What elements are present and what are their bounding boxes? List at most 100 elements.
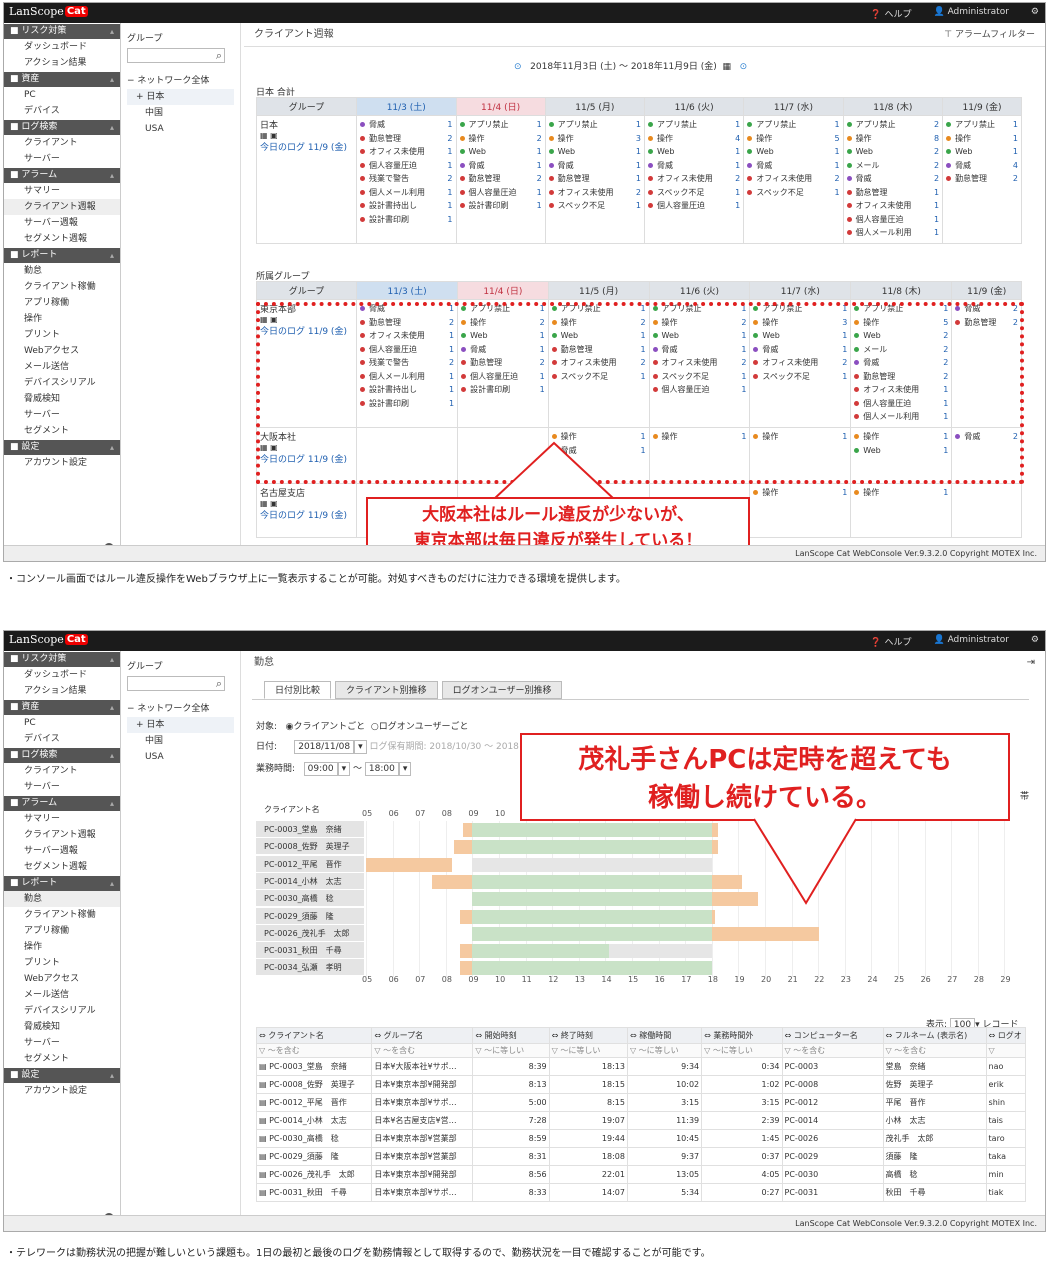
sidebar-item[interactable]: サーバー [4, 1035, 120, 1051]
table-row[interactable]: ▤ PC-0029_須藤 隆日本¥東京本部¥営業部 8:31 18:08 9:37 0:… [255, 1147, 1027, 1166]
alarm-count[interactable]: 1 [834, 145, 839, 159]
alarm-item[interactable]: 脅威 1 [747, 159, 840, 173]
alarm-item[interactable]: 個人容量圧迫 1 [360, 159, 453, 173]
start-time-input[interactable]: 09:00 [303, 762, 338, 776]
column-header[interactable]: ⇔ 稼働時間 [626, 1027, 703, 1044]
alarm-count[interactable]: 1 [1013, 118, 1018, 132]
sidebar-item[interactable]: クライアント稼働 [4, 907, 120, 923]
sidebar-section-1[interactable]: ■ リスク対策 [4, 652, 120, 667]
alarm-item[interactable]: 個人メール利用 1 [360, 186, 453, 200]
table-row[interactable]: ▤ PC-0026_茂礼手 太郎 日本¥東京本部¥開発部 8:56 22:01 13:0… [255, 1165, 1027, 1184]
column-header[interactable]: ⇔ 開始時刻 [472, 1027, 550, 1044]
sidebar-item[interactable]: PC [4, 715, 120, 731]
table-row[interactable]: ▤ PC-0014_小林 太志 日本¥名古屋支店¥営… 7:28 19:07 11:39… [255, 1111, 1027, 1130]
alarm-count[interactable]: 3 [636, 132, 641, 146]
alarm-item[interactable]: 脅威 1 [647, 159, 740, 173]
column-filter-input[interactable]: ▽ ～を含む [371, 1043, 474, 1058]
alarm-count[interactable]: 8 [934, 132, 939, 146]
alarm-count[interactable]: 1 [934, 186, 939, 200]
alarm-count[interactable]: 1 [934, 226, 939, 240]
sidebar-item[interactable]: サマリー [4, 183, 120, 199]
alarm-count[interactable]: 2 [447, 132, 452, 146]
alarm-count[interactable]: 2 [934, 145, 939, 159]
alarm-item[interactable]: 勤怠管理 1 [548, 172, 641, 186]
alarm-item[interactable]: オフィス未使用 2 [747, 172, 840, 186]
alarm-count[interactable]: 1 [537, 118, 542, 132]
sidebar-item[interactable]: 脅威検知 [4, 1019, 120, 1035]
column-filter-input[interactable]: ▽ ～を含む [882, 1043, 987, 1058]
calendar-icons[interactable]: ▦ ▣ [260, 499, 353, 508]
alarm-count[interactable]: 1 [537, 186, 542, 200]
sidebar-item[interactable]: ダッシュボード [4, 667, 120, 683]
table-cell[interactable]: ▤ PC-0014_小林 太志 [255, 1111, 373, 1130]
alarm-count[interactable]: 1 [1013, 145, 1018, 159]
alarm-item[interactable]: アプリ禁止 1 [647, 118, 740, 132]
alarm-item[interactable]: オフィス未使用 1 [360, 145, 453, 159]
alarm-item[interactable]: 操作 4 [647, 132, 740, 146]
group-search-input[interactable] [127, 676, 225, 691]
alarm-count[interactable]: 2 [834, 172, 839, 186]
alarm-item[interactable]: オフィス未使用 2 [548, 186, 641, 200]
alarm-count[interactable]: 1 [934, 199, 939, 213]
sidebar-item[interactable]: アプリ稼働 [4, 923, 120, 939]
date-input[interactable]: 2018/11/08 [294, 740, 355, 754]
alarm-count[interactable]: 2 [447, 172, 452, 186]
alarm-item[interactable]: オフィス未使用 2 [647, 172, 740, 186]
alarm-count[interactable]: 1 [636, 172, 641, 186]
table-row[interactable]: ▤ PC-0012_平尾 晋作 日本¥東京本部¥サポ… 5:00 8:15 3:15 3:… [255, 1093, 1027, 1112]
sidebar-item[interactable]: 操作 [4, 939, 120, 955]
table-row[interactable]: ▤ PC-0003_堂島 奈緒 日本¥大阪本社¥サポ… 8:39 18:13 9:34 0… [255, 1057, 1027, 1076]
alarm-item[interactable]: 脅威 1 [459, 159, 542, 173]
user-menu[interactable]: 👤 Administrator [933, 7, 1008, 20]
export-icon[interactable]: ⇥ [1027, 651, 1035, 675]
table-cell[interactable]: ▤ PC-0031_秋田 千尋 [255, 1183, 373, 1202]
alarm-count[interactable]: 1 [447, 199, 452, 213]
sidebar-item[interactable]: プリント [4, 327, 120, 343]
alarm-item[interactable]: 個人メール利用 1 [846, 226, 939, 240]
alarm-item[interactable]: 設計書印刷 1 [360, 213, 453, 227]
today-log-link[interactable]: 今日のログ 11/9 (金) [260, 508, 353, 521]
alarm-item[interactable]: アプリ禁止 1 [548, 118, 641, 132]
alarm-item[interactable]: アプリ禁止 1 [946, 118, 1018, 132]
alarm-count[interactable]: 1 [834, 186, 839, 200]
sidebar-item[interactable]: セグメント週報 [4, 231, 120, 247]
sidebar-item[interactable]: セグメント週報 [4, 859, 120, 875]
help-link[interactable]: ❓ ヘルプ [870, 635, 911, 648]
alarm-count[interactable]: 2 [735, 172, 740, 186]
sidebar-section-5[interactable]: ■ レポート [4, 248, 120, 263]
sidebar-item[interactable]: デバイスシリアル [4, 375, 120, 391]
alarm-item[interactable]: 個人容量圧迫 1 [846, 213, 939, 227]
alarm-count[interactable]: 5 [834, 132, 839, 146]
sidebar-section-6[interactable]: ■ 設定 [4, 1068, 120, 1083]
alarm-item[interactable]: Web 1 [647, 145, 740, 159]
tree-node[interactable]: − ネットワーク全体 [127, 701, 234, 717]
sidebar-section-3[interactable]: ■ ログ検索 [4, 748, 120, 763]
sidebar-item[interactable]: メール送信 [4, 359, 120, 375]
alarm-count[interactable]: 1 [636, 159, 641, 173]
alarm-item[interactable]: Web 1 [946, 145, 1018, 159]
today-log-link[interactable]: 今日のログ 11/9 (金) [260, 140, 353, 153]
alarm-count[interactable]: 1 [735, 159, 740, 173]
sidebar-item[interactable]: サーバー [4, 779, 120, 795]
alarm-count[interactable]: 1 [834, 118, 839, 132]
column-header[interactable]: ⇔ フルネーム (表示名) [882, 1027, 987, 1044]
group-search-input[interactable] [127, 48, 225, 63]
sidebar-item[interactable]: クライアント [4, 763, 120, 779]
alarm-item[interactable]: 操作 2 [459, 132, 542, 146]
alarm-item[interactable]: Web 1 [747, 145, 840, 159]
sidebar-item[interactable]: セグメント [4, 1051, 120, 1067]
sidebar-section-3[interactable]: ■ ログ検索 [4, 120, 120, 135]
column-header[interactable]: ⇔ ログオ [985, 1027, 1027, 1044]
sidebar-item[interactable]: セグメント [4, 423, 120, 439]
alarm-count[interactable]: 2 [537, 172, 542, 186]
end-time-stepper[interactable]: ▾ [398, 762, 412, 776]
sidebar-section-5[interactable]: ■ レポート [4, 876, 120, 891]
table-cell[interactable]: ▤ PC-0030_高橋 稔 [255, 1129, 373, 1148]
table-row[interactable]: ▤ PC-0030_高橋 稔日本¥東京本部¥営業部 8:59 19:44 10:45 1… [255, 1129, 1027, 1148]
calendar-icons[interactable]: ▦ ▣ [260, 131, 353, 140]
prev-week-icon[interactable]: ⊙ [514, 62, 522, 72]
tree-node[interactable]: + 日本 [127, 89, 234, 105]
sidebar-section-2[interactable]: ■ 資産 [4, 700, 120, 715]
alarm-count[interactable]: 1 [735, 199, 740, 213]
sidebar-item[interactable]: Webアクセス [4, 343, 120, 359]
